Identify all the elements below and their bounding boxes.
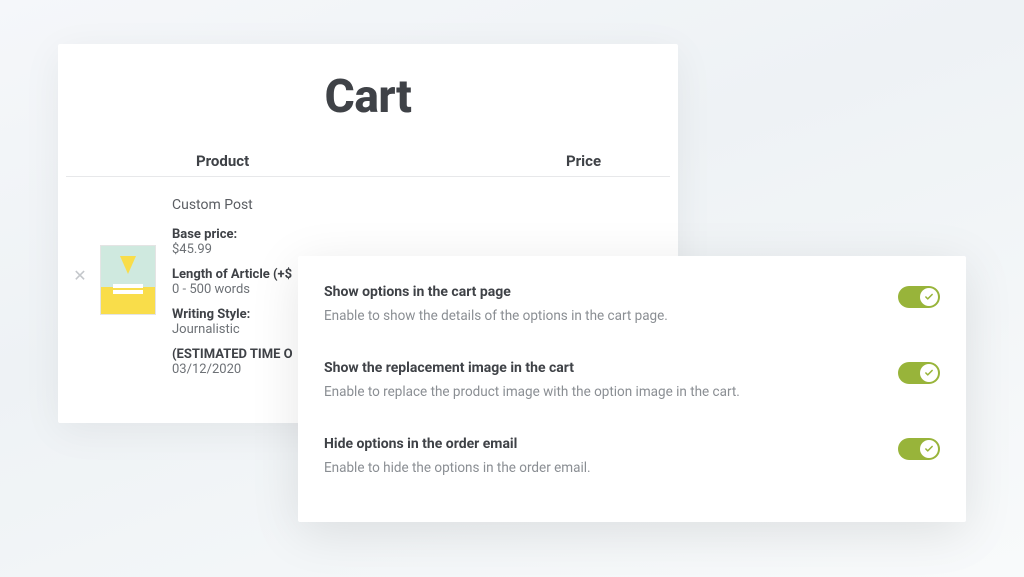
meta-base-price: Base price: $45.99 bbox=[172, 227, 654, 257]
setting-hide-email-options: Hide options in the order email Enable t… bbox=[324, 420, 940, 496]
check-icon bbox=[920, 288, 938, 306]
toggle-show-options[interactable] bbox=[898, 286, 940, 308]
settings-card: Show options in the cart page Enable to … bbox=[298, 256, 966, 522]
close-icon: ✕ bbox=[73, 266, 86, 285]
remove-item-button[interactable]: ✕ bbox=[66, 261, 94, 289]
setting-show-options: Show options in the cart page Enable to … bbox=[324, 278, 940, 344]
setting-replace-image: Show the replacement image in the cart E… bbox=[324, 344, 940, 420]
setting-title: Hide options in the order email bbox=[324, 436, 898, 452]
page-title: Cart bbox=[58, 70, 678, 124]
product-thumbnail[interactable] bbox=[100, 245, 156, 315]
col-header-product: Product bbox=[196, 152, 566, 170]
setting-desc: Enable to show the details of the option… bbox=[324, 308, 898, 324]
setting-title: Show the replacement image in the cart bbox=[324, 360, 898, 376]
check-icon bbox=[920, 364, 938, 382]
base-price-value: $45.99 bbox=[172, 242, 654, 257]
check-icon bbox=[920, 440, 938, 458]
setting-title: Show options in the cart page bbox=[324, 284, 898, 300]
toggle-hide-email-options[interactable] bbox=[898, 438, 940, 460]
toggle-replace-image[interactable] bbox=[898, 362, 940, 384]
base-price-label: Base price: bbox=[172, 227, 654, 242]
col-header-price: Price bbox=[566, 152, 646, 170]
product-name[interactable]: Custom Post bbox=[172, 197, 654, 213]
cart-table-header: Product Price bbox=[66, 152, 670, 177]
setting-desc: Enable to hide the options in the order … bbox=[324, 460, 898, 476]
setting-desc: Enable to replace the product image with… bbox=[324, 384, 898, 400]
